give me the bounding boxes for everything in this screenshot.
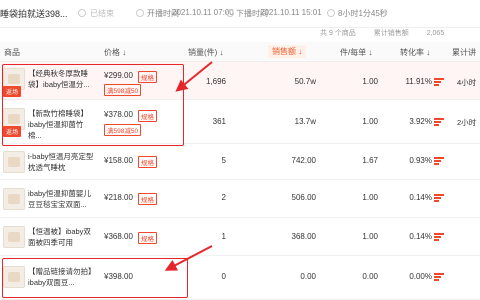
end-time: 2021.10.11 15:01 (260, 8, 322, 17)
clock-icon (136, 9, 144, 17)
spec-tag[interactable]: 规格 (138, 193, 157, 205)
session-status: 已结束 (90, 9, 114, 18)
sales-value: 0 (221, 272, 226, 281)
status-icon (78, 9, 86, 17)
conversion-value: 0.93% (409, 156, 432, 165)
amount-value: 368.00 (291, 232, 316, 241)
avg-value: 1.00 (362, 77, 378, 86)
summary-bar: 共 9 个商品 累计销售额 2,065 (320, 28, 460, 38)
conversion-value: 0.14% (409, 232, 432, 241)
conversion-value: 3.92% (409, 117, 432, 126)
conversion-value: 0.14% (409, 193, 432, 202)
amount-value: 742.00 (291, 156, 316, 165)
trend-bars-icon[interactable] (434, 118, 444, 126)
trend-bars-icon[interactable] (434, 78, 444, 86)
col-conversion[interactable]: 转化率 ↓ (400, 47, 430, 58)
product-name[interactable]: 【恒温被】ibaby双面被四季可用 (28, 226, 96, 248)
product-name[interactable]: i-baby恒温月亮定型枕透气睡枕 (28, 151, 96, 173)
explain-duration: 2小时 (457, 118, 477, 127)
col-sales[interactable]: 销量(件) ↓ (188, 47, 224, 58)
session-duration: 8小时1分45秒 (338, 9, 388, 18)
amount-value: 50.7w (294, 77, 316, 86)
sum-label: 累计销售额 (373, 30, 409, 37)
product-thumbnail (3, 188, 25, 210)
product-thumbnail (3, 226, 25, 248)
session-title: 睡袋拍就送398... (0, 9, 68, 19)
amount-value: 13.7w (294, 117, 316, 126)
col-product: 商品 (4, 48, 20, 57)
spec-tag[interactable]: 规格 (138, 156, 157, 168)
avg-value: 1.00 (362, 232, 378, 241)
product-thumbnail (3, 151, 25, 173)
table-header: 商品 价格 ↓ 销量(件) ↓ 销售额 ↓ 件/每单 ↓ 转化率 ↓ 累计讲 (0, 42, 480, 62)
top-bar: 睡袋拍就送398... 已结束 开播时间 2021.10.11 07:00 下播… (0, 0, 480, 28)
table-row[interactable]: i-baby恒温月亮定型枕透气睡枕 ¥158.00 规格 5 742.00 1.… (0, 144, 480, 180)
highlight-box (2, 258, 188, 298)
table-row[interactable]: 【恒温被】ibaby双面被四季可用 ¥368.00 规格 1 368.00 1.… (0, 218, 480, 256)
trend-bars-icon[interactable] (434, 157, 444, 165)
sum-value: 2,065 (426, 30, 445, 37)
product-price: ¥368.00 (104, 232, 133, 241)
col-avg[interactable]: 件/每单 ↓ (340, 47, 372, 58)
col-explain: 累计讲 (452, 48, 476, 57)
table-row[interactable]: ibaby恒温抑菌婴儿豆豆毯宝宝双面... ¥218.00 规格 2 506.0… (0, 180, 480, 218)
col-price[interactable]: 价格 ↓ (104, 47, 126, 58)
product-name[interactable]: ibaby恒温抑菌婴儿豆豆毯宝宝双面... (28, 188, 96, 210)
sales-value: 5 (221, 156, 226, 165)
explain-duration: 4小时 (457, 78, 477, 87)
timer-icon (327, 9, 335, 17)
product-count: 共 9 个商品 (320, 30, 356, 37)
trend-bars-icon[interactable] (434, 273, 444, 281)
sales-value: 361 (212, 117, 226, 126)
sales-value: 1 (221, 232, 226, 241)
amount-value: 0.00 (300, 272, 316, 281)
product-price: ¥158.00 (104, 156, 133, 165)
sales-value: 1,696 (205, 77, 226, 86)
spec-tag[interactable]: 规格 (138, 232, 157, 244)
conversion-value: 0.00% (409, 272, 432, 281)
conversion-value: 11.91% (405, 77, 432, 86)
start-time: 2021.10.11 07:00 (172, 8, 234, 17)
sales-value: 2 (221, 193, 226, 202)
avg-value: 1.00 (362, 117, 378, 126)
col-amount[interactable]: 销售额 ↓ (268, 45, 307, 58)
product-price: ¥218.00 (104, 193, 133, 202)
avg-value: 0.00 (362, 272, 378, 281)
trend-bars-icon[interactable] (434, 233, 444, 241)
avg-value: 1.67 (362, 156, 378, 165)
trend-bars-icon[interactable] (434, 194, 444, 202)
avg-value: 1.00 (362, 193, 378, 202)
amount-value: 506.00 (291, 193, 316, 202)
highlight-box (2, 64, 184, 146)
clock-icon (226, 9, 234, 17)
